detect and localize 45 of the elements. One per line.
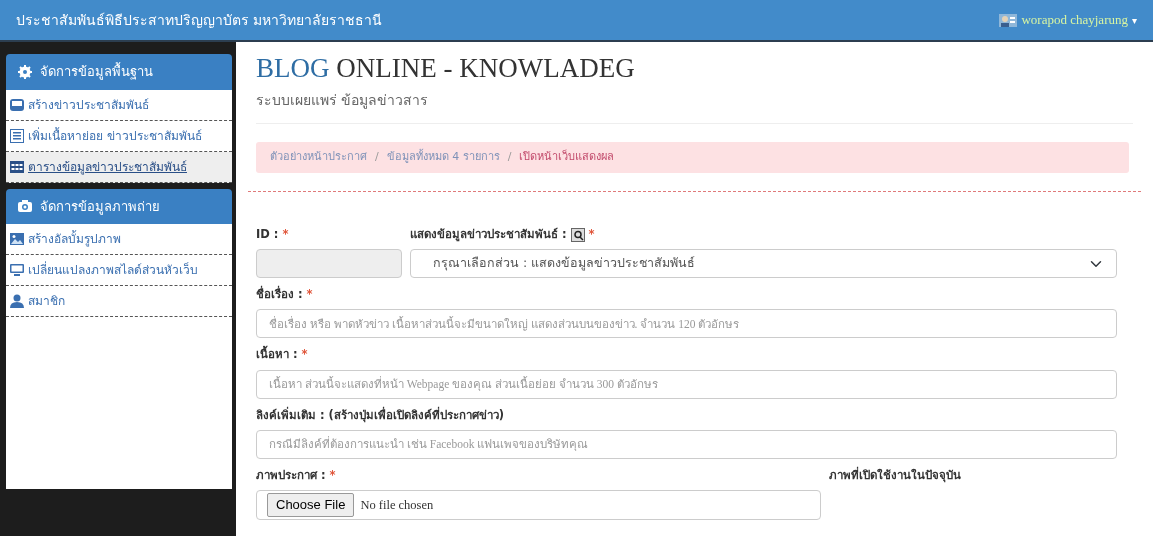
category-select[interactable]: กรุณาเลือกส่วน : แสดงข้อมูลข่าวประชาสัมพันธ์ (410, 249, 1117, 279)
sidebar-item[interactable]: ตารางข้อมูลข่าวประชาสัมพันธ์ (6, 151, 232, 183)
list-icon (10, 128, 24, 143)
sidebar-item[interactable]: เปลี่ยนแปลงภาพสไลด์ส่วนหัวเว็บ (6, 255, 232, 286)
tray-icon (10, 97, 24, 112)
field-label: ID : (256, 225, 279, 243)
page-title: BLOG ONLINE - KNOWLADEG (256, 52, 636, 85)
field-label: แสดงข้อมูลข่าวประชาสัมพันธ์ : (410, 225, 567, 244)
user-menu[interactable]: worapod chayjarung (1021, 10, 1128, 30)
camera-icon (18, 199, 32, 214)
sidebar-item[interactable]: สมาชิก (6, 286, 232, 317)
file-input[interactable]: Choose File No file chosen (256, 490, 821, 521)
required-mark: * (329, 466, 336, 484)
field-label: ลิงค์เพิ่มเติม : (สร้างปุ่มเพื่อเปิดลิงค์ที่ประกาศข่าว) (256, 406, 505, 424)
site-title[interactable]: ประชาสัมพันธ์พิธีประสาทปริญญาบัตร มหาวิทยาลัยราชธานี (16, 9, 383, 31)
sidebar-item[interactable]: สร้างข่าวประชาสัมพันธ์ (6, 89, 232, 121)
sidebar-item[interactable]: สร้างอัลบั้มรูปภาพ (6, 224, 232, 255)
breadcrumb-link[interactable]: เปิดหน้าเว็บแสดงผล (519, 149, 615, 166)
gear-icon (18, 64, 32, 79)
breadcrumb-separator: / (375, 149, 379, 166)
text-input[interactable]: กรณีมีลิงค์ที่ต้องการแนะนำ เช่น Facebook แฟนเพจของบริษัทคุณ (256, 429, 1117, 459)
field-label: ชื่อเรื่อง : (256, 286, 303, 304)
user-icon (10, 294, 24, 308)
required-mark: * (301, 346, 308, 364)
breadcrumb-separator: / (507, 149, 512, 166)
required-mark: * (588, 225, 595, 243)
page-subtitle: ระบบเผยแพร่ ข้อมูลข่าวสาร (256, 84, 1133, 125)
search-icon[interactable] (570, 227, 585, 242)
text-input[interactable]: เนื้อหา ส่วนนี้จะแสดงที่หน้า Webpage ของคุณ ส่วนเนื้อย่อย จำนวน 300 ตัวอักษร (256, 369, 1117, 399)
image-icon (10, 232, 24, 246)
choose-file-button[interactable]: Choose File (267, 493, 355, 517)
field-label: ภาพประกาศ : (256, 466, 326, 484)
monitor-icon (10, 263, 24, 277)
field-label: ภาพที่เปิดใช้งานในปัจจุบัน (829, 467, 961, 482)
text-input[interactable]: ชื่อเรื่อง หรือ พาดหัวข่าว เนื้อหาส่วนนี้จะมีขนาดใหญ่ แสดงส่วนบนของข่าว. จำนวน 120 ตัวอักษร (256, 309, 1117, 339)
avatar-icon (999, 13, 1018, 27)
field-label: เนื้อหา : (256, 346, 298, 364)
table-icon (10, 159, 24, 174)
panel-title: จัดการข้อมูลภาพถ่าย (40, 197, 160, 216)
sidebar-item[interactable]: เพิ่มเนื้อหาย่อย ข่าวประชาสัมพันธ์ (6, 120, 232, 152)
caret-icon[interactable]: ▾ (1131, 12, 1137, 28)
required-mark: * (282, 225, 289, 243)
file-status: No file chosen (360, 496, 434, 514)
required-mark: * (306, 286, 313, 304)
panel-title: จัดการข้อมูลพื้นฐาน (40, 62, 153, 82)
